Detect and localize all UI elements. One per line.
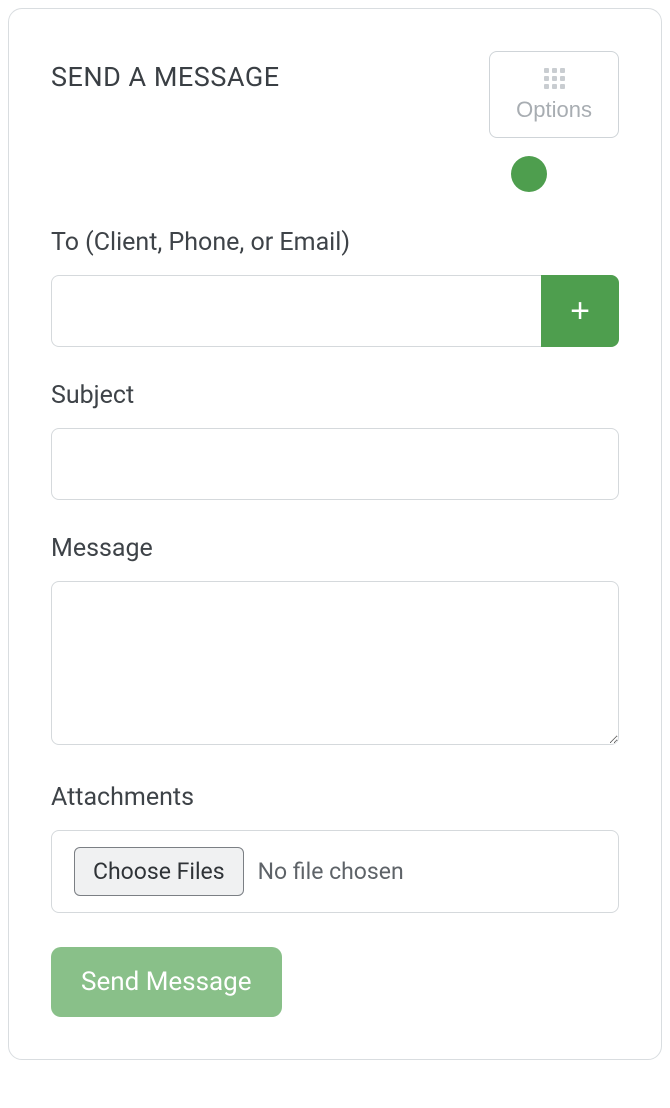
to-label: To (Client, Phone, or Email) [51,228,619,257]
plus-icon: + [570,292,590,331]
header-row: SEND A MESSAGE Options [51,51,619,138]
message-textarea[interactable] [51,581,619,745]
options-label: Options [516,97,592,123]
status-indicator [511,156,547,192]
grid-icon [544,68,565,89]
send-message-card: SEND A MESSAGE Options To (Client, Phone… [8,8,662,1060]
send-message-button[interactable]: Send Message [51,947,282,1017]
to-input-row: + [51,275,619,347]
subject-label: Subject [51,381,619,410]
page-title: SEND A MESSAGE [51,51,280,93]
options-button[interactable]: Options [489,51,619,138]
attachments-field-block: Attachments Choose Files No file chosen [51,783,619,913]
file-status-text: No file chosen [258,858,404,885]
to-input[interactable] [51,275,541,347]
attachments-label: Attachments [51,783,619,812]
message-label: Message [51,534,619,563]
file-input-row: Choose Files No file chosen [51,830,619,913]
message-field-block: Message [51,534,619,749]
choose-files-button[interactable]: Choose Files [74,847,244,896]
to-field-block: To (Client, Phone, or Email) + [51,228,619,347]
status-row [51,156,619,192]
add-recipient-button[interactable]: + [541,275,619,347]
subject-field-block: Subject [51,381,619,500]
subject-input[interactable] [51,428,619,500]
